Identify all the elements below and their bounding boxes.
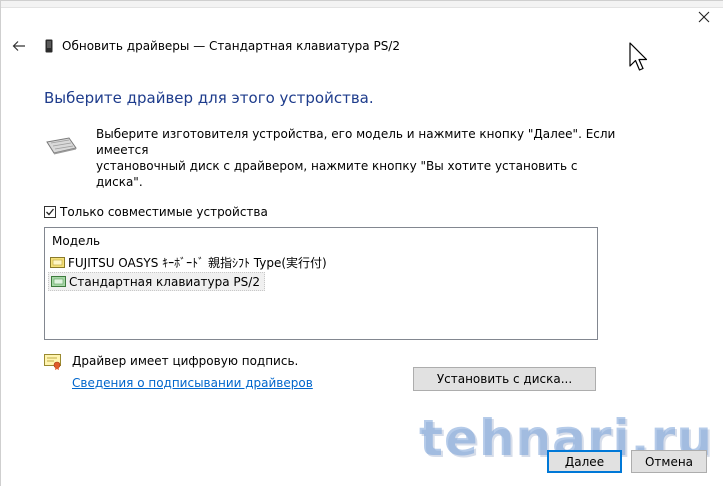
back-button[interactable] [7,35,31,57]
mouse-cursor-icon [629,42,648,71]
window-top-strip [1,1,723,8]
device-manager-icon [45,39,53,53]
model-listbox[interactable]: Модель FUJITSU OASYS ｷｰﾎﾞｰﾄﾞ 親指ｼﾌﾄ Type(… [44,227,598,340]
model-item-label: FUJITSU OASYS ｷｰﾎﾞｰﾄﾞ 親指ｼﾌﾄ Type(実行付) [68,256,327,270]
page-heading: Выберите драйвер для этого устройства. [44,89,374,107]
compatible-devices-label: Только совместимые устройства [60,205,268,219]
compatible-devices-checkbox-row[interactable]: Только совместимые устройства [44,205,268,219]
window-title: Обновить драйверы — Стандартная клавиату… [62,39,400,53]
model-column-header: Модель [52,234,101,248]
install-from-disk-button[interactable]: Установить с диска... [413,367,596,391]
next-button[interactable]: Далее [547,450,622,473]
compatible-devices-checkbox[interactable] [44,206,56,218]
driver-signing-info-link[interactable]: Сведения о подписывании драйверов [72,376,313,390]
close-button[interactable] [687,3,721,31]
model-list-item[interactable]: FUJITSU OASYS ｷｰﾎﾞｰﾄﾞ 親指ｼﾌﾄ Type(実行付) [48,253,331,272]
driver-icon [51,276,66,287]
instructions-text: Выберите изготовителя устройства, его мо… [96,127,616,189]
model-item-label: Стандартная клавиатура PS/2 [69,274,260,289]
model-list-item-selected[interactable]: Стандартная клавиатура PS/2 [48,272,265,291]
close-icon [698,11,710,23]
update-drivers-dialog: Обновить драйверы — Стандартная клавиату… [0,0,723,486]
cancel-button[interactable]: Отмена [631,450,707,473]
certificate-icon [44,354,61,370]
back-arrow-icon [12,41,25,51]
driver-icon [50,257,65,268]
signature-status-text: Драйвер имеет цифровую подпись. [72,354,299,368]
keyboard-icon [46,137,77,155]
checkmark-icon [46,208,55,216]
